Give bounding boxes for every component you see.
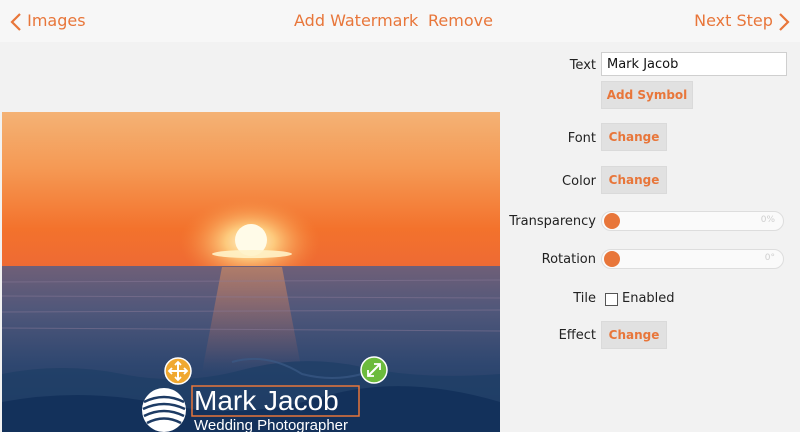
color-label: Color — [562, 174, 596, 189]
effect-change-button[interactable]: Change — [601, 321, 667, 349]
next-step-label: Next Step — [694, 11, 773, 30]
effect-label: Effect — [558, 328, 596, 343]
transparency-value: 0% — [760, 215, 775, 225]
transparency-slider[interactable]: 0% — [601, 211, 784, 231]
watermark-title: Mark Jacob — [194, 385, 339, 416]
transparency-label: Transparency — [509, 214, 596, 229]
image-canvas: Mark Jacob Wedding Photographer — [0, 42, 502, 432]
images-back-label: Images — [27, 11, 86, 30]
move-icon[interactable] — [164, 357, 192, 385]
wave-logo — [142, 388, 186, 432]
transparency-slider-knob[interactable] — [604, 213, 620, 229]
color-change-button[interactable]: Change — [601, 166, 667, 194]
tile-enabled-label[interactable]: Enabled — [622, 291, 675, 306]
add-symbol-button[interactable]: Add Symbol — [601, 81, 693, 109]
watermark-subtitle: Wedding Photographer — [194, 417, 348, 432]
rotation-slider-knob[interactable] — [604, 251, 620, 267]
font-label: Font — [567, 131, 596, 146]
resize-icon[interactable] — [360, 356, 388, 384]
chevron-left-icon — [10, 12, 21, 31]
font-change-button[interactable]: Change — [601, 123, 667, 151]
sunset-photo[interactable]: Mark Jacob Wedding Photographer — [2, 112, 500, 432]
watermark-text-input[interactable] — [601, 52, 787, 76]
rotation-label: Rotation — [541, 252, 596, 267]
remove-button[interactable]: Remove — [428, 10, 493, 32]
top-bar: Images Add Watermark Remove Next Step — [0, 0, 800, 42]
add-watermark-button[interactable]: Add Watermark — [294, 10, 418, 32]
tile-label: Tile — [573, 291, 596, 306]
images-back-button[interactable]: Images — [10, 10, 86, 32]
text-label: Text — [569, 58, 596, 73]
chevron-right-icon — [779, 12, 790, 31]
rotation-slider[interactable]: 0° — [601, 249, 784, 269]
next-step-button[interactable]: Next Step — [694, 10, 790, 32]
settings-panel: Text Add Symbol Font Change Color Change… — [502, 42, 800, 432]
tile-checkbox[interactable] — [605, 293, 618, 306]
rotation-value: 0° — [764, 253, 775, 263]
